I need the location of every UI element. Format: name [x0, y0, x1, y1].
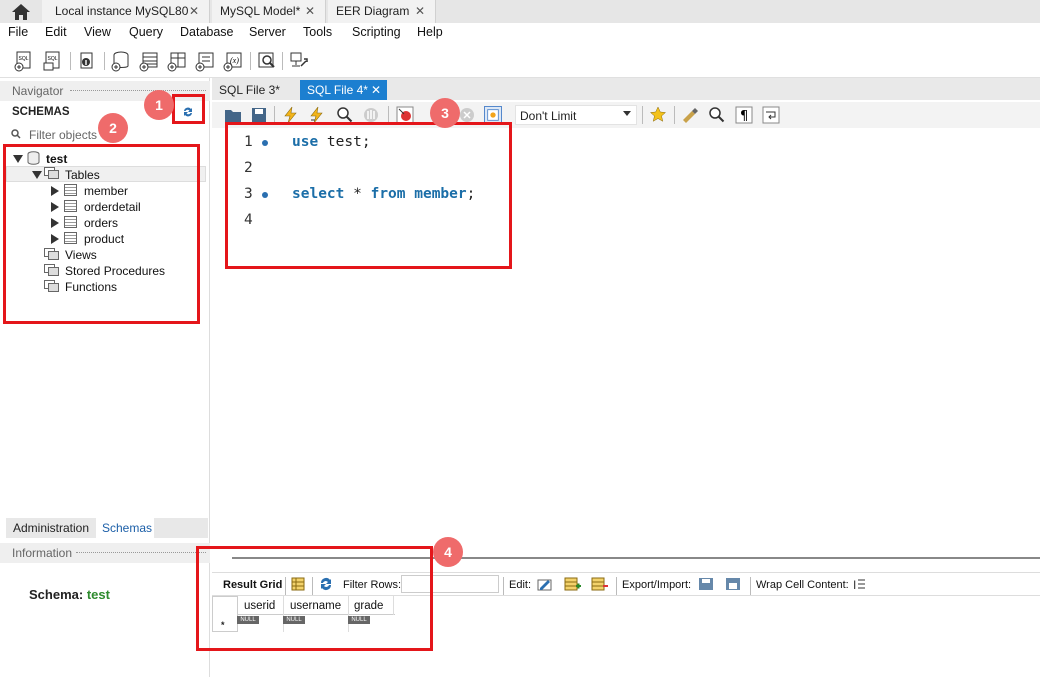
- information-schema: Schema: test: [29, 587, 110, 602]
- word-wrap-icon[interactable]: [762, 106, 780, 124]
- menu-file[interactable]: File: [8, 25, 28, 39]
- close-icon[interactable]: ✕: [305, 0, 315, 23]
- navigator-bottom-tabs: Administration Schemas: [6, 518, 208, 538]
- reconnect-icon[interactable]: [288, 50, 310, 72]
- editor-tab-label: SQL File 3*: [219, 83, 280, 97]
- create-function-icon[interactable]: (x): [222, 50, 244, 72]
- menu-tools[interactable]: Tools: [303, 25, 332, 39]
- editor-tab-label: SQL File 4*: [307, 83, 368, 97]
- svg-text:SQL: SQL: [48, 56, 58, 62]
- limit-rows-value: Don't Limit: [520, 109, 577, 123]
- menu-help[interactable]: Help: [417, 25, 443, 39]
- menu-view[interactable]: View: [84, 25, 111, 39]
- tab-sql-file-3[interactable]: SQL File 3*: [212, 80, 300, 100]
- open-sql-script-icon[interactable]: SQL: [42, 50, 64, 72]
- svg-text:SQL: SQL: [19, 56, 29, 62]
- inspector-icon[interactable]: [76, 50, 98, 72]
- export-icon[interactable]: [697, 576, 715, 592]
- main-toolbar: SQL SQL (x): [0, 44, 1040, 78]
- wrap-cell-label: Wrap Cell Content:: [756, 579, 849, 591]
- annotation-box-1: [172, 94, 205, 124]
- app-tab-label: EER Diagram: [336, 4, 410, 18]
- import-icon[interactable]: [724, 576, 742, 592]
- menu-edit[interactable]: Edit: [45, 25, 67, 39]
- tab-sql-file-4[interactable]: SQL File 4* ✕: [300, 80, 387, 100]
- close-icon[interactable]: ✕: [189, 0, 199, 23]
- svg-text:I: I: [853, 578, 856, 591]
- limit-rows-select[interactable]: Don't Limit: [515, 105, 637, 125]
- svg-text:¶: ¶: [740, 109, 748, 124]
- create-view-icon[interactable]: [166, 50, 188, 72]
- home-tab[interactable]: [0, 0, 42, 23]
- annotation-badge-3: 3: [430, 98, 460, 128]
- svg-text:(x): (x): [230, 56, 239, 65]
- insert-row-icon[interactable]: [564, 577, 582, 591]
- find-icon[interactable]: [708, 106, 726, 124]
- wrap-cell-icon[interactable]: I: [852, 577, 866, 591]
- menu-scripting[interactable]: Scripting: [352, 25, 401, 39]
- app-tab-eer-diagram[interactable]: EER Diagram ✕: [328, 0, 436, 23]
- close-icon[interactable]: ✕: [371, 80, 381, 100]
- schema-label: Schema:: [29, 587, 84, 602]
- search-table-data-icon[interactable]: [256, 50, 278, 72]
- annotation-box-4: [196, 546, 433, 651]
- add-snippet-icon[interactable]: [649, 106, 667, 124]
- menu-server[interactable]: Server: [249, 25, 286, 39]
- menu-database[interactable]: Database: [180, 25, 234, 39]
- export-import-label: Export/Import:: [622, 579, 692, 591]
- schemas-title: SCHEMAS: [12, 106, 70, 118]
- information-title: Information: [12, 546, 73, 560]
- beautify-icon[interactable]: [681, 106, 699, 124]
- annotation-box-2: [3, 144, 200, 324]
- edit-row-icon[interactable]: [537, 577, 553, 591]
- tab-administration[interactable]: Administration: [13, 521, 89, 535]
- edit-label: Edit:: [509, 579, 532, 591]
- chevron-down-icon: [623, 111, 631, 116]
- schema-value: test: [86, 587, 110, 602]
- app-tab-bar: Local instance MySQL80 ✕ MySQL Model* ✕ …: [0, 0, 1040, 23]
- home-icon: [12, 4, 30, 20]
- create-schema-icon[interactable]: [110, 50, 132, 72]
- close-icon[interactable]: ✕: [415, 0, 425, 23]
- navigator-title: Navigator: [12, 84, 64, 98]
- delete-row-icon[interactable]: [591, 577, 609, 591]
- annotation-badge-1: 1: [144, 90, 174, 120]
- create-procedure-icon[interactable]: [194, 50, 216, 72]
- annotation-badge-2: 2: [98, 113, 128, 143]
- editor-tab-bar: SQL File 3* SQL File 4* ✕: [212, 78, 1040, 100]
- annotation-badge-4: 4: [433, 537, 463, 567]
- annotation-box-3: [225, 122, 512, 269]
- menu-bar: File Edit View Query Database Server Too…: [0, 23, 1040, 43]
- app-tab-local-instance[interactable]: Local instance MySQL80 ✕: [42, 0, 210, 23]
- invisible-chars-icon[interactable]: ¶: [735, 106, 753, 124]
- menu-query[interactable]: Query: [129, 25, 163, 39]
- filter-objects-placeholder: Filter objects: [29, 128, 98, 142]
- tab-schemas[interactable]: Schemas: [102, 521, 152, 535]
- app-tab-label: Local instance MySQL80: [55, 4, 189, 18]
- new-sql-tab-icon[interactable]: SQL: [13, 50, 35, 72]
- app-tab-mysql-model[interactable]: MySQL Model* ✕: [212, 0, 326, 23]
- search-icon: [11, 129, 21, 139]
- create-table-icon[interactable]: [138, 50, 160, 72]
- app-tab-label: MySQL Model*: [220, 4, 301, 18]
